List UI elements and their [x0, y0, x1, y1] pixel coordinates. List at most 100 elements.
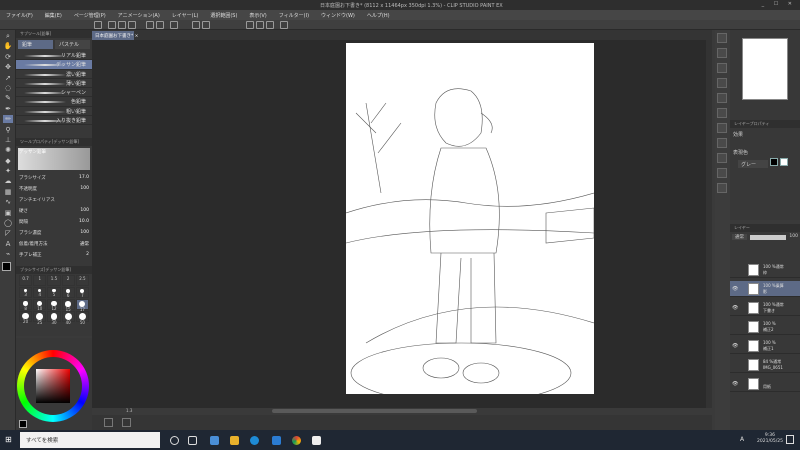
property-value[interactable]: 通常 [80, 241, 89, 247]
fill-tool-icon[interactable]: ☁ [3, 177, 13, 185]
brush-size-preset[interactable]: 10 [33, 299, 47, 311]
decoration-tool-icon[interactable]: ✺ [3, 146, 13, 154]
opacity-value[interactable]: 100 [789, 234, 798, 240]
airbrush-tool-icon[interactable]: ⊥ [3, 136, 13, 144]
brush-size-preset[interactable]: 40 [61, 311, 75, 325]
brush-size-preset[interactable]: 0.7 [19, 275, 33, 286]
property-row[interactable]: ブラシ濃度 100 [16, 227, 92, 238]
saturation-value-square[interactable] [36, 369, 70, 403]
app-icon[interactable] [210, 436, 219, 445]
brush-size-preset[interactable]: 17 [75, 299, 89, 312]
brush-tool-icon[interactable]: ⚲ [3, 126, 13, 134]
property-row[interactable]: 硬さ 100 [16, 205, 92, 216]
property-value[interactable]: 100 [80, 186, 89, 191]
panel-icon-1[interactable] [717, 48, 727, 58]
frame-tool-icon[interactable]: ▣ [3, 209, 13, 217]
scroll-thumb[interactable] [272, 409, 477, 413]
menu-help[interactable]: ヘルプ(H) [367, 12, 390, 19]
main-color-chip[interactable] [19, 420, 27, 428]
correct-line-tool-icon[interactable]: ⌁ [3, 250, 13, 258]
brush-size-preset[interactable]: 25 [33, 311, 47, 325]
navigator-icon[interactable] [717, 33, 727, 43]
brush-size-preset[interactable]: 2 [61, 275, 75, 286]
pencil-tool-icon[interactable]: ✏ [3, 115, 13, 124]
layer-row[interactable]: 100 % 補正2 [730, 319, 800, 335]
menu-view[interactable]: 表示(V) [249, 12, 266, 19]
ruler-tool-icon[interactable]: ◸ [3, 229, 13, 237]
transform-icon[interactable] [202, 21, 210, 29]
panel-icon-9[interactable] [717, 168, 727, 178]
chrome-icon[interactable] [292, 436, 301, 445]
property-value[interactable]: 17.0 [79, 175, 89, 180]
property-value[interactable]: 2 [86, 252, 89, 257]
eye-icon[interactable]: 👁 [732, 381, 738, 387]
menu-window[interactable]: ウィンドウ(W) [321, 12, 355, 19]
file-explorer-icon[interactable] [230, 436, 239, 445]
windows-start-icon[interactable]: ⊞ [5, 435, 12, 444]
fill-icon[interactable] [192, 21, 200, 29]
brush-item[interactable]: 入り抜き鉛筆 [16, 116, 92, 126]
property-row[interactable]: 不透明度 100 [16, 183, 92, 194]
brush-size-preset[interactable]: 8 [19, 299, 33, 311]
save-icon[interactable] [128, 21, 136, 29]
panel-icon-7[interactable] [717, 138, 727, 148]
move-tool-icon[interactable]: ✥ [3, 63, 13, 71]
brush-size-preset[interactable]: 5 [47, 287, 61, 298]
panel-icon-10[interactable] [717, 183, 727, 193]
hand-tool-icon[interactable]: ✋ [3, 42, 13, 50]
zoom-tool-icon[interactable]: ⌕ [3, 32, 13, 40]
word-icon[interactable] [272, 436, 281, 445]
vertical-scrollbar[interactable] [706, 40, 712, 408]
undo-icon[interactable] [146, 21, 154, 29]
layer-row[interactable]: 👁 100 %通常 下書き [730, 300, 800, 316]
brush-size-preset[interactable]: 7 [75, 287, 89, 298]
menu-page[interactable]: ページ管理(P) [74, 12, 106, 19]
stroke-icon-2[interactable] [256, 21, 264, 29]
ruler-icon[interactable] [280, 21, 288, 29]
brush-size-preset[interactable]: 1 [33, 275, 47, 286]
ime-indicator[interactable]: A [740, 436, 744, 443]
brush-size-preset[interactable]: 12 [47, 299, 61, 311]
brush-item[interactable]: 濃い鉛筆 [16, 70, 92, 79]
taskbar-search[interactable]: すべてを検索 [20, 432, 160, 448]
eraser-tool-icon[interactable]: ◆ [3, 157, 13, 165]
zoom-value[interactable]: 1.3 [126, 408, 132, 413]
property-row[interactable]: アンチエイリアス [16, 194, 92, 205]
balloon-tool-icon[interactable]: ◯ [3, 219, 13, 227]
document-tab[interactable]: 日本庭園お下書き* × [92, 31, 138, 40]
brush-item[interactable]: デッサン鉛筆 [16, 60, 92, 70]
menu-animation[interactable]: アニメーション(A) [118, 12, 160, 19]
panel-icon-2[interactable] [717, 63, 727, 73]
eyedropper-tool-icon[interactable]: ✎ [3, 94, 13, 102]
lasso-tool-icon[interactable]: ◌ [3, 84, 13, 92]
page-icon[interactable] [104, 418, 113, 427]
rotate-tool-icon[interactable]: ⟳ [3, 53, 13, 61]
window-controls[interactable]: _ ☐ ✕ [762, 1, 796, 7]
property-row[interactable]: 手ブレ補正 2 [16, 249, 92, 260]
operation-tool-icon[interactable]: ➚ [3, 74, 13, 82]
clip-studio-icon[interactable] [94, 21, 102, 29]
brush-size-preset[interactable]: 4 [33, 287, 47, 298]
menu-layer[interactable]: レイヤー(L) [172, 12, 199, 19]
brush-size-preset[interactable]: 30 [47, 311, 61, 325]
expression-color-dropdown[interactable]: グレー [738, 160, 768, 168]
stroke-icon[interactable] [246, 21, 254, 29]
brush-item[interactable]: 粗い鉛筆 [16, 107, 92, 117]
new-file-icon[interactable] [108, 21, 116, 29]
navigator-thumbnail[interactable] [742, 38, 788, 100]
brush-size-preset[interactable]: 6 [61, 287, 75, 298]
deselect-icon[interactable] [170, 21, 178, 29]
menu-edit[interactable]: 編集(E) [45, 12, 62, 19]
brush-item[interactable]: 色鉛筆 [16, 97, 92, 107]
brush-size-preset[interactable]: 20 [19, 311, 33, 324]
brush-item[interactable]: シャーペン [16, 88, 92, 98]
clip-studio-taskbar-icon[interactable] [312, 436, 321, 445]
horizontal-scrollbar[interactable]: 1.3 [92, 408, 712, 415]
layer-row[interactable]: 👁 用紙 [730, 376, 800, 392]
brush-size-preset[interactable]: 2.5 [75, 275, 89, 286]
notification-icon[interactable] [786, 435, 794, 444]
clock[interactable]: 9:36 2021/05/25 [757, 433, 783, 445]
tab-pencil[interactable]: 鉛筆 [18, 40, 53, 49]
eye-icon[interactable]: 👁 [732, 343, 738, 349]
brush-size-preset[interactable]: 1.5 [47, 275, 61, 286]
